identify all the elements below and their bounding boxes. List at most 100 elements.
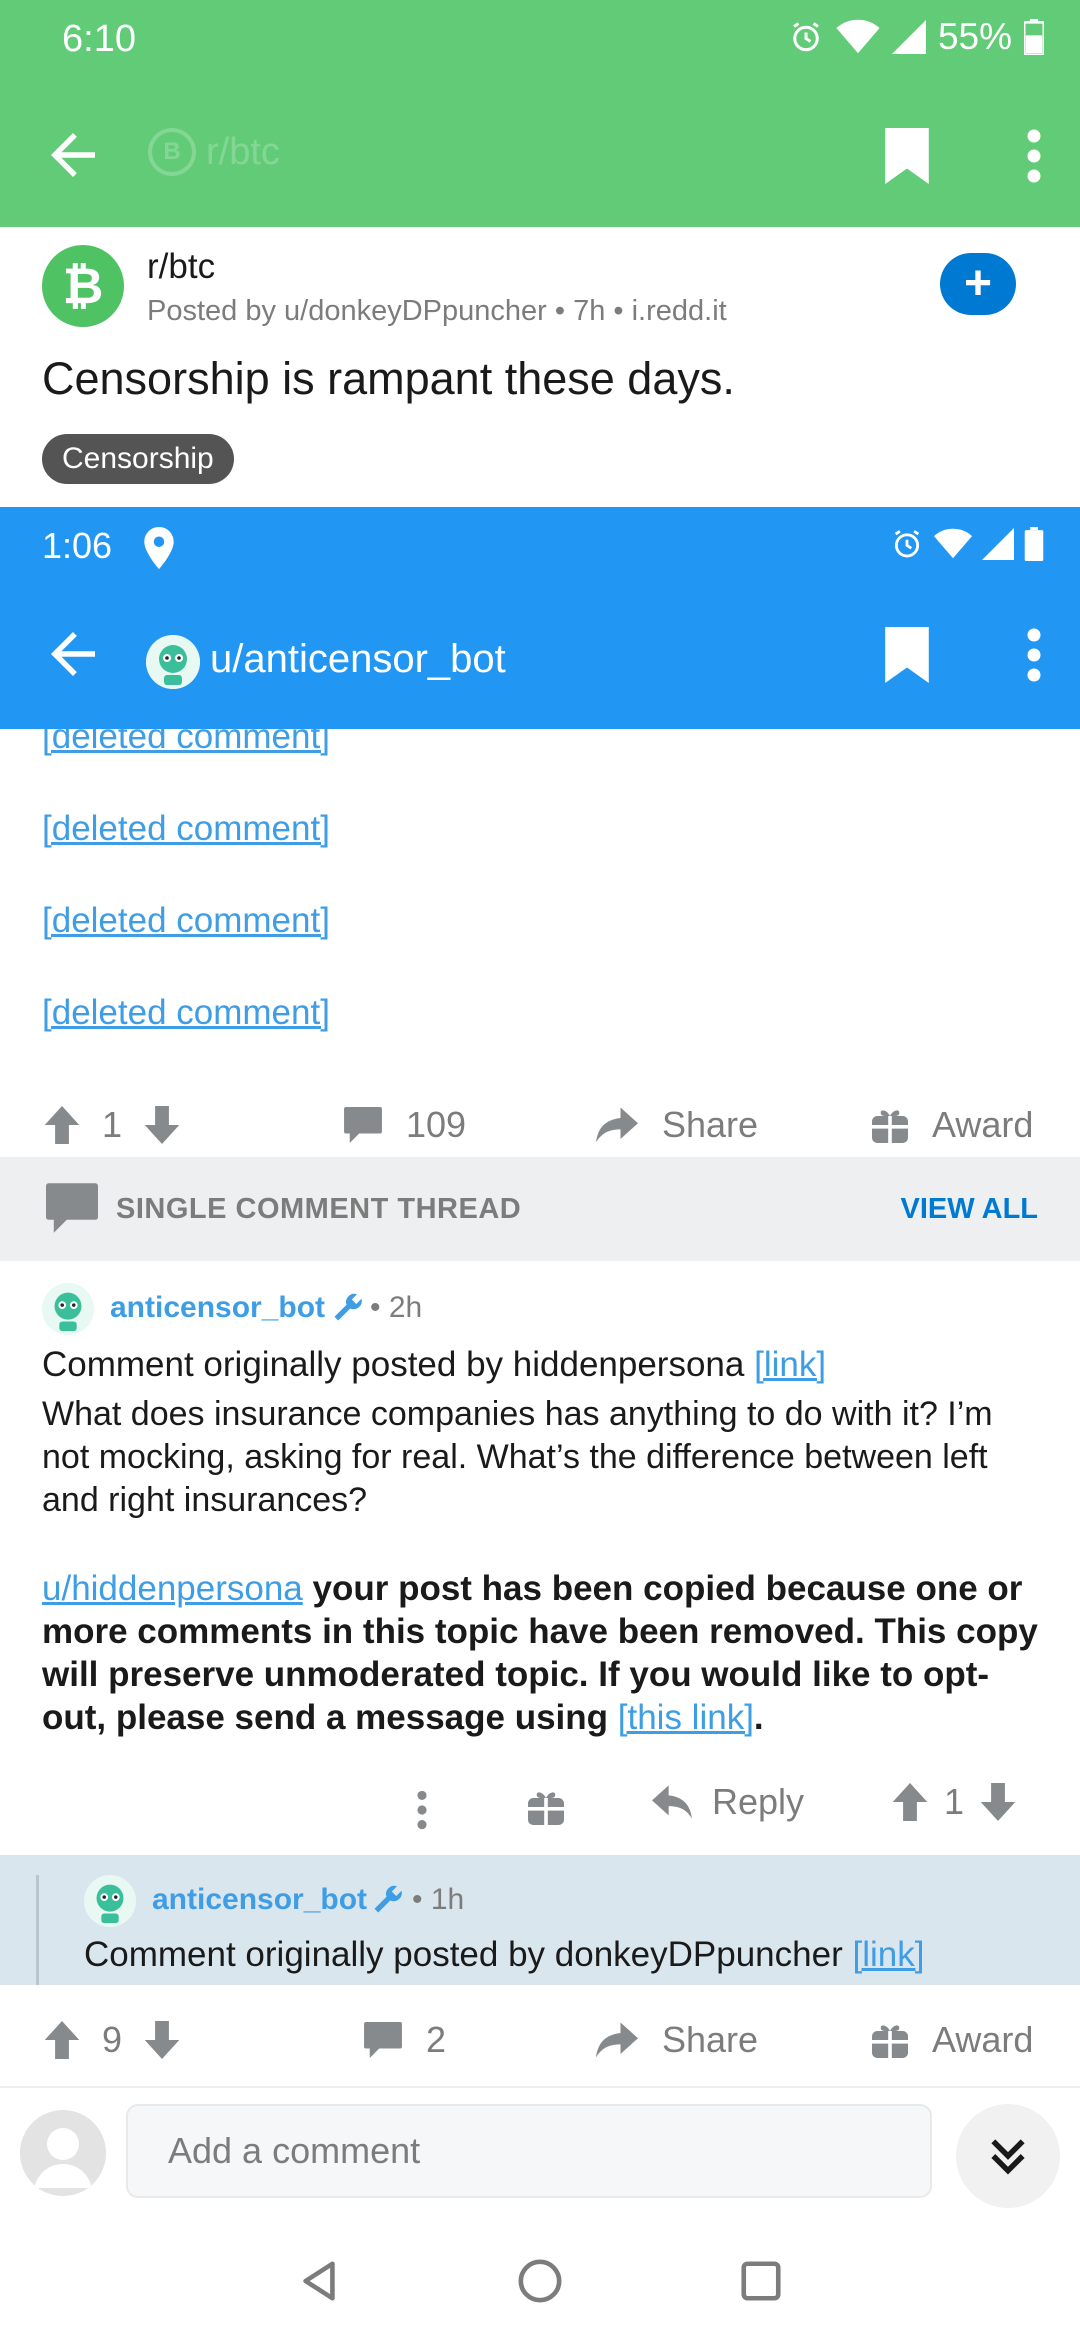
wifi-icon [934, 528, 972, 560]
subreddit-name[interactable]: r/btc [147, 247, 215, 287]
alarm-icon [890, 527, 924, 561]
signal-icon [891, 20, 926, 54]
outer-post-action-bar: 9 2 Share Award [0, 1990, 1080, 2090]
alarm-icon [788, 19, 824, 55]
outer-toolbar-title: r/btc [206, 130, 280, 173]
nested-origin-line: Comment originally posted by donkeyDPpun… [84, 1935, 924, 1975]
comment-notice: u/hiddenpersona your post has been copie… [42, 1567, 1052, 1739]
deleted-comments-area: [deleted comment] [deleted comment] [del… [0, 729, 1080, 1059]
outer-toolbar: B r/btc [0, 100, 1080, 210]
reply-button[interactable]: Reply [652, 1781, 804, 1823]
subreddit-avatar[interactable]: ₿ [42, 245, 124, 327]
vote-count: 9 [102, 2019, 123, 2060]
back-arrow-icon[interactable] [40, 122, 106, 188]
comment-author[interactable]: anticensor_bot [110, 1291, 325, 1325]
downvote-icon[interactable] [144, 1106, 180, 1144]
outer-toolbar-faded-title: B r/btc [148, 128, 280, 176]
deleted-comment-link[interactable]: [deleted comment] [42, 809, 330, 849]
join-button[interactable]: + [940, 253, 1016, 315]
share-icon [596, 2022, 638, 2058]
battery-icon [1024, 19, 1044, 55]
downvote-icon[interactable] [980, 1783, 1016, 1821]
upvote-icon[interactable] [44, 2021, 80, 2059]
nav-home-icon[interactable] [517, 2258, 563, 2304]
user-avatar[interactable] [146, 635, 200, 689]
share-label: Share [662, 1104, 759, 1145]
my-avatar[interactable] [20, 2110, 106, 2196]
inner-toolbar-title: u/anticensor_bot [210, 637, 506, 681]
nav-back-icon[interactable] [296, 2258, 342, 2304]
comment-origin-link[interactable]: [link] [754, 1345, 826, 1384]
nested-origin-link[interactable]: [link] [852, 1935, 924, 1974]
add-comment-input[interactable]: Add a comment [126, 2104, 932, 2198]
upvote-icon[interactable] [44, 1106, 80, 1144]
bookmark-icon[interactable] [884, 627, 930, 683]
share-icon [596, 1107, 638, 1143]
gift-icon[interactable] [528, 1789, 568, 1829]
comment-quote: What does insurance companies has anythi… [42, 1395, 993, 1519]
inner-app-header: 1:06 u/anticensor_bot [0, 507, 1080, 729]
post-header: ₿ r/btc Posted by u/donkeyDPpuncher • 7h… [0, 227, 1080, 507]
single-thread-bar: SINGLE COMMENT THREAD VIEW ALL [0, 1157, 1080, 1261]
downvote-icon[interactable] [144, 2021, 180, 2059]
more-vert-icon[interactable] [412, 1785, 432, 1835]
comment-icon [364, 2022, 402, 2058]
deleted-comment-link[interactable]: [deleted comment] [42, 901, 330, 941]
nested-comment: anticensor_bot • 1h Comment originally p… [0, 1855, 1080, 1985]
upvote-icon[interactable] [892, 1783, 928, 1821]
add-comment-placeholder: Add a comment [168, 2130, 421, 2171]
double-chevron-down-icon [986, 2134, 1030, 2178]
award-button[interactable]: Award [872, 1990, 1033, 2090]
outer-app-header: 6:10 55% B r/btc [0, 0, 1080, 227]
notice-user-link[interactable]: u/hiddenpersona [42, 1569, 303, 1608]
signal-icon [982, 528, 1014, 560]
gift-icon [872, 2022, 908, 2058]
comment-count: 109 [406, 1104, 467, 1145]
plus-icon: + [963, 257, 993, 310]
comment-vote-control: 1 [892, 1781, 1016, 1823]
deleted-comment-link[interactable]: [deleted comment] [42, 993, 330, 1033]
share-button[interactable]: Share [596, 1990, 758, 2090]
bookmark-icon[interactable] [884, 128, 930, 184]
comments-button[interactable]: 2 [364, 1990, 446, 2090]
post-title: Censorship is rampant these days. [42, 353, 735, 404]
bitcoin-icon: ₿ [62, 258, 104, 314]
thread-line [36, 1875, 39, 1985]
notice-end: . [753, 1698, 764, 1737]
outer-status-icons: 55% [788, 16, 1044, 58]
location-icon [144, 527, 174, 569]
nav-recents-icon[interactable] [738, 2258, 784, 2304]
single-thread-label: SINGLE COMMENT THREAD [116, 1193, 522, 1225]
nested-comment-author[interactable]: anticensor_bot [152, 1883, 367, 1917]
award-label: Award [932, 2019, 1034, 2060]
comment-count: 2 [426, 2019, 447, 2060]
compose-bar: Add a comment [0, 2086, 1080, 2216]
comment-vote-count: 1 [944, 1781, 965, 1822]
comment-origin-text: Comment originally posted by hiddenperso… [42, 1345, 755, 1384]
comment-icon [344, 1107, 382, 1143]
mod-wrench-icon [330, 1289, 366, 1325]
vote-count: 1 [102, 1104, 123, 1145]
comment-avatar[interactable] [42, 1283, 94, 1335]
comment-avatar[interactable] [84, 1875, 136, 1927]
deleted-comment-link[interactable]: [deleted comment] [42, 729, 330, 757]
mod-wrench-icon [370, 1881, 406, 1917]
view-all-button[interactable]: VIEW ALL [901, 1193, 1038, 1226]
more-vert-icon[interactable] [1024, 625, 1044, 685]
notice-opt-out-link[interactable]: [this link] [618, 1698, 754, 1737]
wifi-icon [836, 19, 880, 55]
share-label: Share [662, 2019, 759, 2060]
reply-label: Reply [712, 1781, 805, 1822]
comment-origin-line: Comment originally posted by hiddenperso… [42, 1345, 826, 1385]
vote-control: 9 [44, 1990, 180, 2090]
subreddit-faded-icon: B [148, 128, 196, 176]
more-vert-icon[interactable] [1024, 126, 1044, 186]
back-arrow-icon[interactable] [40, 621, 106, 687]
outer-status-time: 6:10 [62, 18, 136, 60]
post-flair[interactable]: Censorship [42, 434, 234, 484]
comment-icon [46, 1183, 98, 1235]
post-meta: Posted by u/donkeyDPpuncher • 7h • i.red… [147, 295, 727, 327]
jump-down-button[interactable] [956, 2104, 1060, 2208]
gift-icon [872, 1107, 908, 1143]
nested-comment-time: • 1h [412, 1883, 465, 1916]
